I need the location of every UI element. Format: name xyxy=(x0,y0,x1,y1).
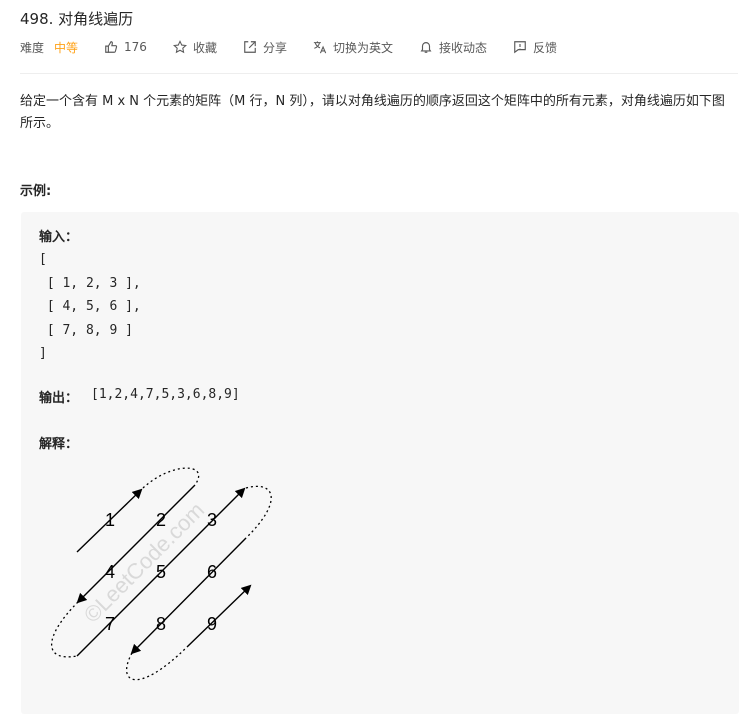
cell-7: 7 xyxy=(105,614,115,634)
feedback-button[interactable]: 反馈 xyxy=(513,39,557,56)
thumbs-up-icon xyxy=(104,40,118,54)
difficulty-label: 难度 xyxy=(20,40,45,55)
subscribe-label: 接收动态 xyxy=(438,40,487,55)
cell-1: 1 xyxy=(105,510,115,530)
cell-8: 8 xyxy=(156,614,166,634)
translate-label: 切换为英文 xyxy=(332,40,393,55)
translate-button[interactable]: 切换为英文 xyxy=(313,39,393,56)
cell-5: 5 xyxy=(156,562,166,582)
problem-description: 给定一个含有 M x N 个元素的矩阵（M 行，N 列），请以对角线遍历的顺序返… xyxy=(20,94,725,131)
connector-7-to-5 xyxy=(51,601,79,658)
like-count: 176 xyxy=(124,40,147,54)
collect-label: 收藏 xyxy=(192,40,217,55)
like-button[interactable]: 176 xyxy=(104,40,147,54)
bell-icon xyxy=(419,40,433,54)
share-button[interactable]: 分享 xyxy=(243,39,287,56)
connector-1-to-2 xyxy=(142,467,200,489)
diagram-watermark: ©LeetCode.com xyxy=(79,497,209,627)
difficulty: 难度 中等 xyxy=(20,39,78,56)
feedback-label: 反馈 xyxy=(533,40,558,55)
difficulty-badge: 中等 xyxy=(54,40,79,55)
arrow-up-9 xyxy=(186,584,252,648)
collect-button[interactable]: 收藏 xyxy=(172,39,217,56)
cell-9: 9 xyxy=(207,614,217,634)
cell-4: 4 xyxy=(105,562,115,582)
connector-3-to-6 xyxy=(245,485,272,539)
problem-title: 498. 对角线遍历 xyxy=(20,10,134,28)
translate-icon xyxy=(313,40,327,54)
cell-6: 6 xyxy=(207,562,217,582)
star-icon xyxy=(172,40,187,54)
diagonal-traversal-diagram: ©LeetCode.com 1 2 3 4 5 6 7 8 9 xyxy=(51,467,272,681)
example-block: 输入： [ [ 1, 2, 3 ], [ 4, 5, 6 ], [ 7, 8, … xyxy=(21,212,739,714)
subscribe-button[interactable]: 接收动态 xyxy=(419,39,487,56)
feedback-icon xyxy=(513,40,527,54)
cell-3: 3 xyxy=(207,510,217,530)
cell-2: 2 xyxy=(156,510,166,530)
connector-8-to-9 xyxy=(126,646,188,681)
header-divider xyxy=(20,73,738,74)
share-label: 分享 xyxy=(262,40,287,55)
share-icon xyxy=(243,40,257,54)
example-heading: 示例: xyxy=(20,184,52,199)
problem-toolbar: 难度 中等 176 收藏 分享 切换为英文 接收动态 反馈 xyxy=(20,38,583,56)
